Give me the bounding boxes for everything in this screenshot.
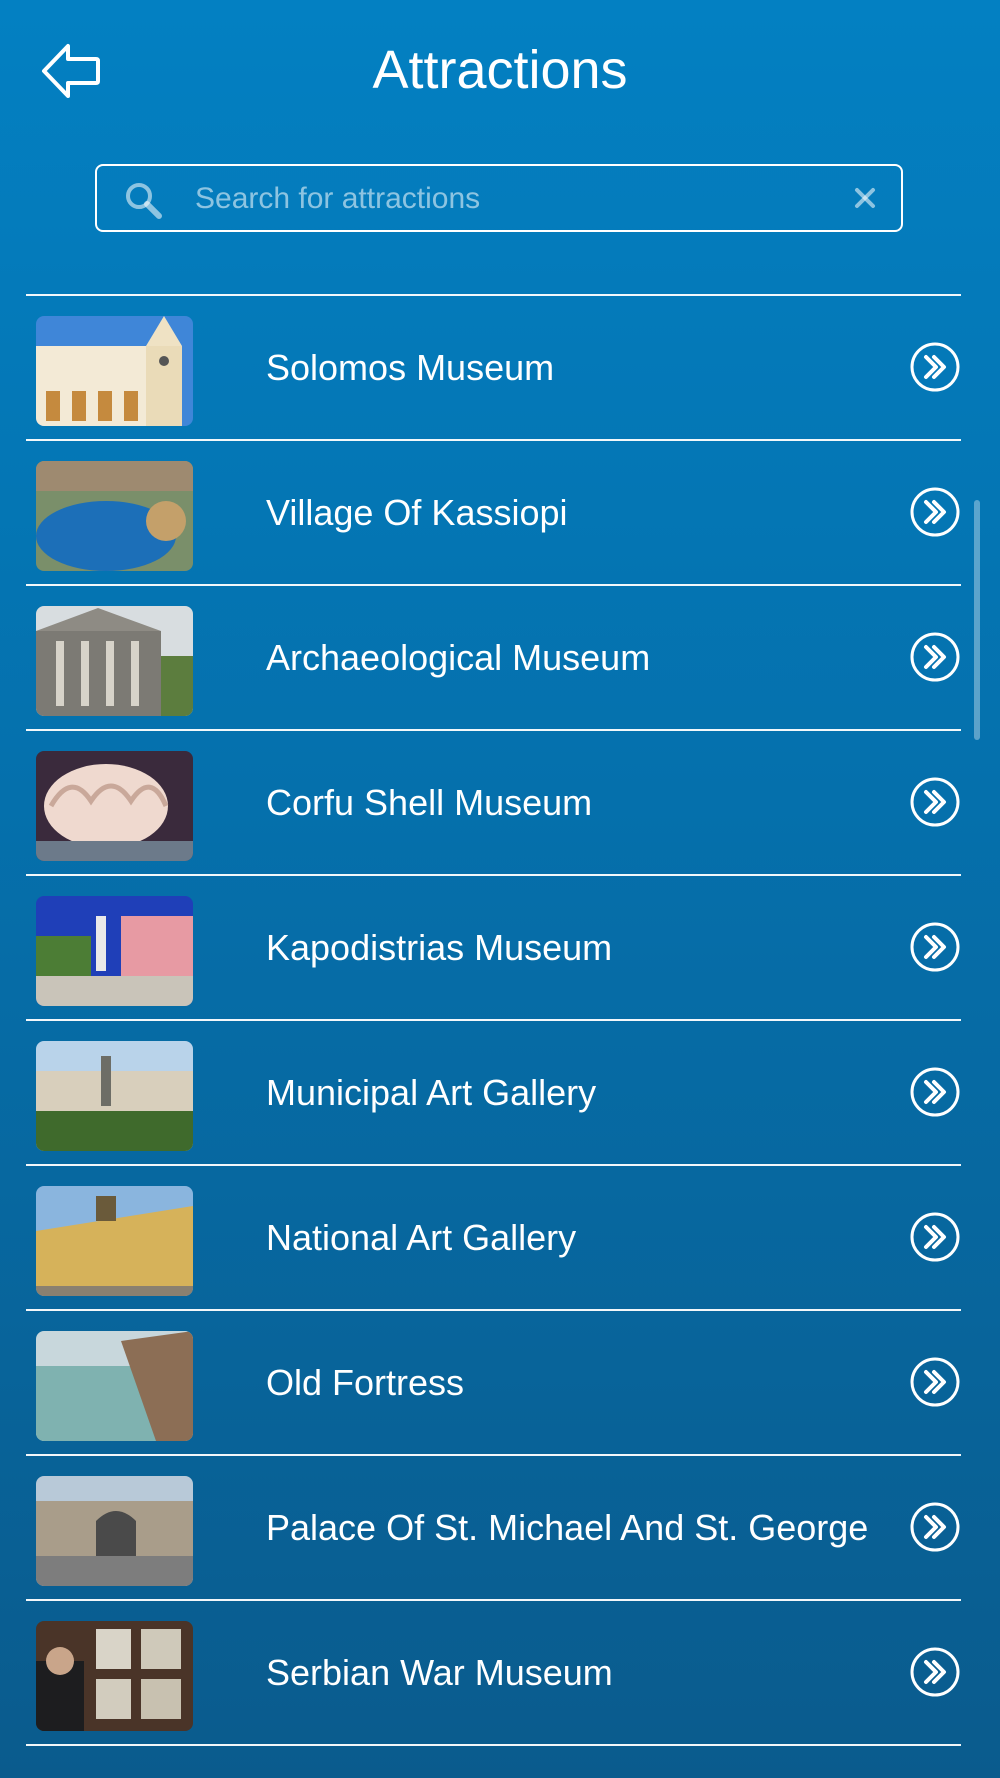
chevron-right-circle-icon[interactable] [909, 631, 961, 683]
search-bar [95, 164, 903, 232]
list-divider [26, 1744, 961, 1746]
chevron-right-circle-icon[interactable] [909, 341, 961, 393]
attraction-thumbnail [36, 1331, 193, 1441]
chevron-right-circle-icon[interactable] [909, 921, 961, 973]
list-item[interactable]: Corfu Shell Museum [26, 731, 961, 874]
list-item-label: Corfu Shell Museum [266, 782, 593, 823]
attraction-thumbnail [36, 1186, 193, 1296]
list-item[interactable]: Kapodistrias Museum [26, 876, 961, 1019]
attraction-thumbnail [36, 1476, 193, 1586]
list-item-label: Palace Of St. Michael And St. George [266, 1507, 869, 1548]
list-item-label: Municipal Art Gallery [266, 1072, 597, 1113]
scrollbar[interactable] [974, 500, 980, 740]
list-item[interactable]: Old Fortress [26, 1311, 961, 1454]
list-item-label: Village Of Kassiopi [266, 492, 568, 533]
list-item-label: Solomos Museum [266, 347, 555, 388]
list-item[interactable]: Municipal Art Gallery [26, 1021, 961, 1164]
chevron-right-circle-icon[interactable] [909, 1356, 961, 1408]
chevron-right-circle-icon[interactable] [909, 1501, 961, 1553]
chevron-right-circle-icon[interactable] [909, 1211, 961, 1263]
list-item-label: Old Fortress [266, 1362, 465, 1403]
attraction-thumbnail [36, 461, 193, 571]
search-input[interactable] [193, 176, 817, 222]
search-icon [126, 183, 162, 219]
attraction-thumbnail [36, 606, 193, 716]
attraction-thumbnail [36, 1041, 193, 1151]
attractions-list: Solomos Museum Village Of Kassiopi Archa… [26, 294, 961, 1746]
list-item[interactable]: Solomos Museum [26, 296, 961, 439]
list-item-label: Archaeological Museum [266, 637, 651, 678]
list-item-label: Serbian War Museum [266, 1652, 613, 1693]
list-item[interactable]: National Art Gallery [26, 1166, 961, 1309]
chevron-right-circle-icon[interactable] [909, 776, 961, 828]
list-item-label: Kapodistrias Museum [266, 927, 613, 968]
chevron-right-circle-icon[interactable] [909, 486, 961, 538]
attraction-thumbnail [36, 896, 193, 1006]
chevron-right-circle-icon[interactable] [909, 1646, 961, 1698]
list-item[interactable]: Archaeological Museum [26, 586, 961, 729]
attraction-thumbnail [36, 1621, 193, 1731]
list-item-label: National Art Gallery [266, 1217, 577, 1258]
list-item[interactable]: Palace Of St. Michael And St. George [26, 1456, 961, 1599]
close-icon[interactable] [851, 184, 879, 212]
page-title: Attractions [372, 40, 628, 100]
list-item[interactable]: Serbian War Museum [26, 1601, 961, 1744]
attraction-thumbnail [36, 751, 193, 861]
attraction-thumbnail [36, 316, 193, 426]
chevron-right-circle-icon[interactable] [909, 1066, 961, 1118]
list-item[interactable]: Village Of Kassiopi [26, 441, 961, 584]
header: Attractions [0, 0, 1000, 140]
